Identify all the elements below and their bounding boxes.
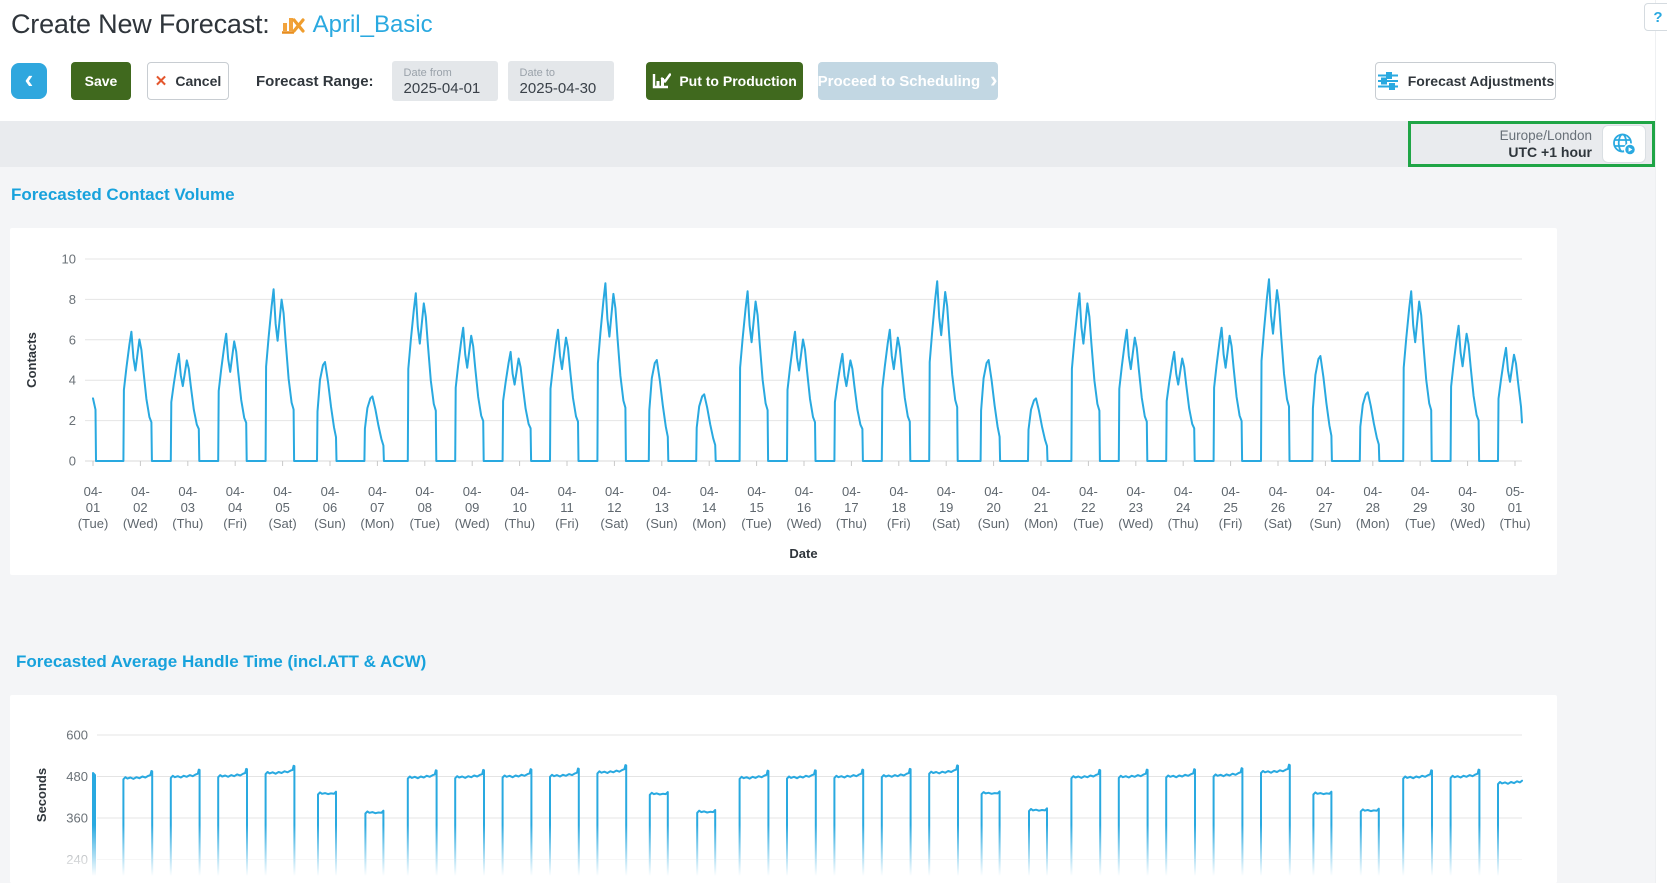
timezone-text: Europe/London UTC +1 hour <box>1500 127 1592 161</box>
save-label: Save <box>85 73 118 89</box>
svg-text:04-09(Wed): 04-09(Wed) <box>455 484 490 531</box>
svg-text:04-24(Thu): 04-24(Thu) <box>1168 484 1199 531</box>
date-from-label: Date from <box>404 66 498 80</box>
proceed-to-scheduling-label: Proceed to Scheduling <box>818 73 981 90</box>
date-to-field[interactable]: Date to 2025-04-30 <box>508 61 614 101</box>
svg-text:2: 2 <box>69 413 76 428</box>
svg-text:600: 600 <box>66 728 88 743</box>
aht-section-title: Forecasted Average Handle Time (incl.ATT… <box>16 652 426 672</box>
timezone-zone: Europe/London <box>1500 127 1592 144</box>
svg-text:04-27(Sun): 04-27(Sun) <box>1310 484 1342 531</box>
date-to-label: Date to <box>520 66 614 80</box>
date-from-value: 2025-04-01 <box>404 80 498 97</box>
svg-text:04-28(Mon): 04-28(Mon) <box>1356 484 1390 531</box>
page-header: Create New Forecast: April_Basic <box>11 8 433 40</box>
svg-text:Seconds: Seconds <box>34 768 49 822</box>
forecast-adjustments-label: Forecast Adjustments <box>1408 73 1555 89</box>
svg-text:04-05(Sat): 04-05(Sat) <box>269 484 297 531</box>
svg-text:04-10(Thu): 04-10(Thu) <box>504 484 535 531</box>
svg-text:04-17(Thu): 04-17(Thu) <box>836 484 867 531</box>
svg-text:04-29(Tue): 04-29(Tue) <box>1405 484 1436 531</box>
svg-text:04-20(Sun): 04-20(Sun) <box>978 484 1010 531</box>
contact-volume-section-title: Forecasted Contact Volume <box>11 185 235 205</box>
chevron-right-icon: › <box>990 67 997 93</box>
scrollbar-track[interactable] <box>1655 0 1667 883</box>
toolbar: ‹ Save ✕ Cancel Forecast Range: Date fro… <box>11 62 998 100</box>
svg-text:04-21(Mon): 04-21(Mon) <box>1024 484 1058 531</box>
contact-volume-svg: 0 2 4 6 8 10 Contacts 04-01(Tue) 04-02(Wed) 04-03… <box>10 228 1557 575</box>
svg-text:04-19(Sat): 04-19(Sat) <box>932 484 960 531</box>
put-to-production-label: Put to Production <box>679 73 796 89</box>
svg-text:480: 480 <box>66 769 88 784</box>
date-from-field[interactable]: Date from 2025-04-01 <box>392 61 498 101</box>
svg-text:0: 0 <box>69 454 76 469</box>
svg-text:04-01(Tue): 04-01(Tue) <box>78 484 109 531</box>
svg-text:4: 4 <box>69 373 76 388</box>
forecast-name[interactable]: April_Basic <box>313 11 433 39</box>
svg-text:04-02(Wed): 04-02(Wed) <box>123 484 158 531</box>
cancel-button[interactable]: ✕ Cancel <box>147 62 229 100</box>
svg-text:04-26(Sat): 04-26(Sat) <box>1264 484 1292 531</box>
svg-text:04-15(Tue): 04-15(Tue) <box>741 484 772 531</box>
svg-text:04-03(Thu): 04-03(Thu) <box>172 484 203 531</box>
page-title: Create New Forecast: <box>11 9 270 40</box>
svg-text:04-07(Mon): 04-07(Mon) <box>360 484 394 531</box>
svg-text:04-12(Sat): 04-12(Sat) <box>600 484 628 531</box>
put-to-production-button[interactable]: Put to Production <box>646 62 803 100</box>
svg-text:360: 360 <box>66 811 88 826</box>
timezone-offset: UTC +1 hour <box>1500 144 1592 161</box>
help-icon: ? <box>1653 9 1662 26</box>
production-chart-icon <box>651 72 679 90</box>
svg-text:Date: Date <box>789 546 817 561</box>
help-button[interactable]: ? <box>1644 3 1667 31</box>
svg-text:04-13(Sun): 04-13(Sun) <box>646 484 678 531</box>
aht-chart: 600480360240Seconds <box>10 695 1557 883</box>
svg-text:05-01(Thu): 05-01(Thu) <box>1499 484 1530 531</box>
date-to-value: 2025-04-30 <box>520 80 614 97</box>
svg-text:04-11(Fri): 04-11(Fri) <box>555 484 579 531</box>
timezone-globe-button[interactable] <box>1602 125 1646 163</box>
forecast-range-label: Forecast Range: <box>256 73 374 90</box>
svg-text:04-30(Wed): 04-30(Wed) <box>1450 484 1485 531</box>
svg-text:Contacts: Contacts <box>24 332 39 388</box>
svg-text:04-22(Tue): 04-22(Tue) <box>1073 484 1104 531</box>
svg-text:6: 6 <box>69 332 76 347</box>
back-button[interactable]: ‹ <box>11 63 47 99</box>
contact-volume-chart: 0 2 4 6 8 10 Contacts 04-01(Tue) 04-02(Wed) 04-03… <box>10 228 1557 575</box>
svg-text:04-23(Wed): 04-23(Wed) <box>1118 484 1153 531</box>
sliders-icon <box>1377 72 1408 90</box>
svg-text:04-14(Mon): 04-14(Mon) <box>692 484 726 531</box>
cancel-label: Cancel <box>175 73 221 89</box>
forecast-chart-icon <box>280 12 305 40</box>
timezone-bar: Europe/London UTC +1 hour <box>0 121 1655 167</box>
save-button[interactable]: Save <box>71 62 131 100</box>
svg-text:04-16(Wed): 04-16(Wed) <box>786 484 821 531</box>
svg-text:04-25(Fri): 04-25(Fri) <box>1219 484 1243 531</box>
svg-text:10: 10 <box>62 252 76 267</box>
timezone-control-highlighted[interactable]: Europe/London UTC +1 hour <box>1408 121 1655 167</box>
cancel-x-icon: ✕ <box>155 72 168 90</box>
svg-text:8: 8 <box>69 292 76 307</box>
svg-text:04-08(Tue): 04-08(Tue) <box>410 484 441 531</box>
proceed-to-scheduling-button[interactable]: Proceed to Scheduling › <box>818 62 998 100</box>
svg-text:04-18(Fri): 04-18(Fri) <box>887 484 911 531</box>
svg-text:04-06(Sun): 04-06(Sun) <box>314 484 346 531</box>
svg-text:04-04(Fri): 04-04(Fri) <box>223 484 247 531</box>
globe-icon <box>1611 132 1637 156</box>
forecast-adjustments-button[interactable]: Forecast Adjustments <box>1375 62 1556 100</box>
chart-bottom-fade <box>10 825 1557 883</box>
back-chevron-icon: ‹ <box>25 64 34 94</box>
